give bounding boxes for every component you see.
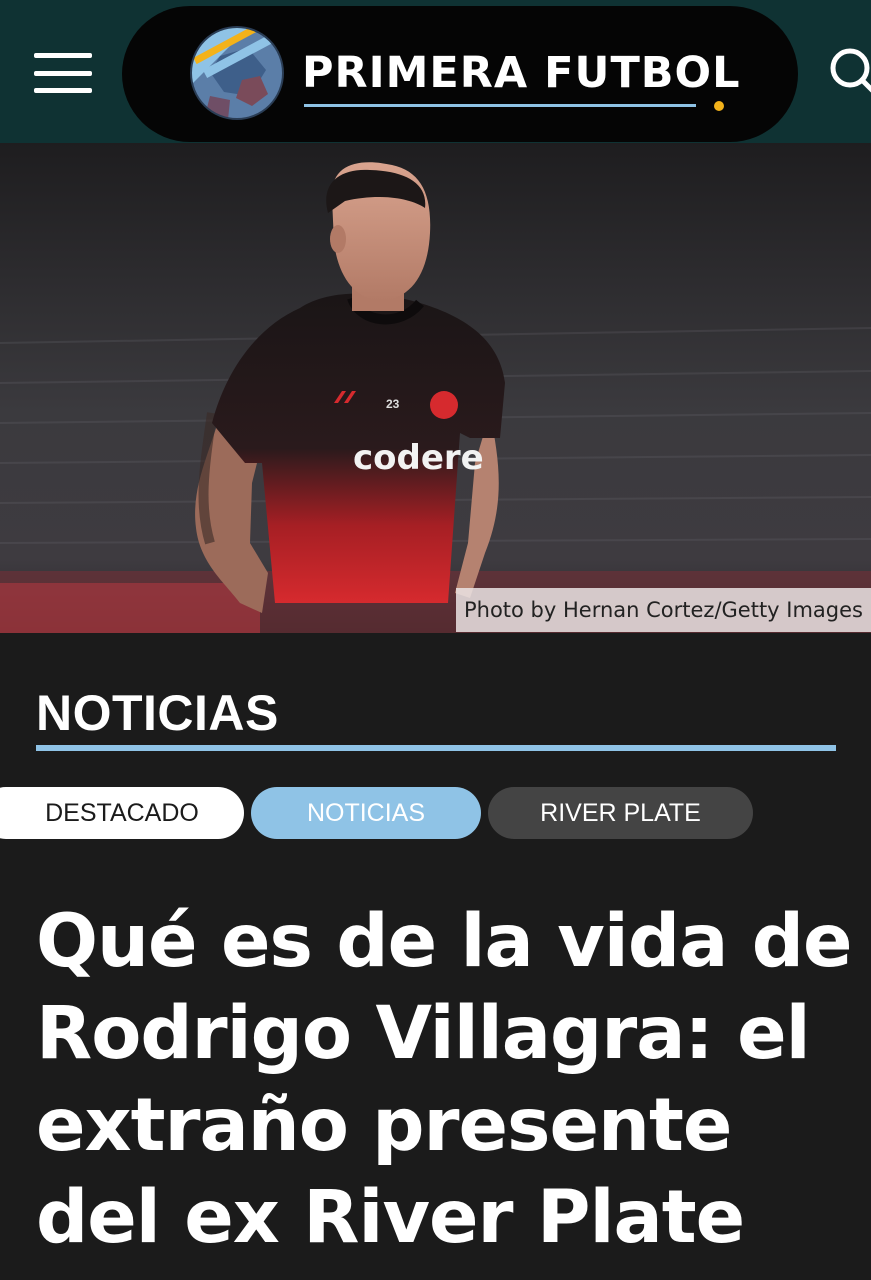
tag-river-plate[interactable]: RIVER PLATE [488,787,753,839]
brand-dot [714,101,724,111]
jersey-sponsor: codere [353,438,484,478]
photo-credit: Photo by Hernan Cortez/Getty Images [455,588,871,632]
brand-name: PRIMERA FUTBOL [302,48,741,98]
section-title: NOTICIAS [36,685,279,741]
article-headline: Qué es de la vida de Rodrigo Villagra: e… [36,899,853,1260]
hamburger-menu-icon[interactable] [34,53,92,93]
football-ball-icon [190,26,284,120]
jersey-number: 23 [386,397,400,411]
brand-underline [304,104,696,107]
article-hero-image: 23 codere [0,143,871,633]
top-navigation-bar: PRIMERA FUTBOL [0,0,871,143]
search-icon[interactable] [826,46,871,94]
section-divider [36,745,836,751]
menu-line [34,53,92,58]
site-logo-link[interactable]: PRIMERA FUTBOL [122,6,798,142]
tag-destacado[interactable]: DESTACADO [0,787,244,839]
tag-noticias[interactable]: NOTICIAS [251,787,481,839]
player-photo: 23 codere [0,143,871,633]
menu-line [34,70,92,76]
menu-line [34,88,92,93]
